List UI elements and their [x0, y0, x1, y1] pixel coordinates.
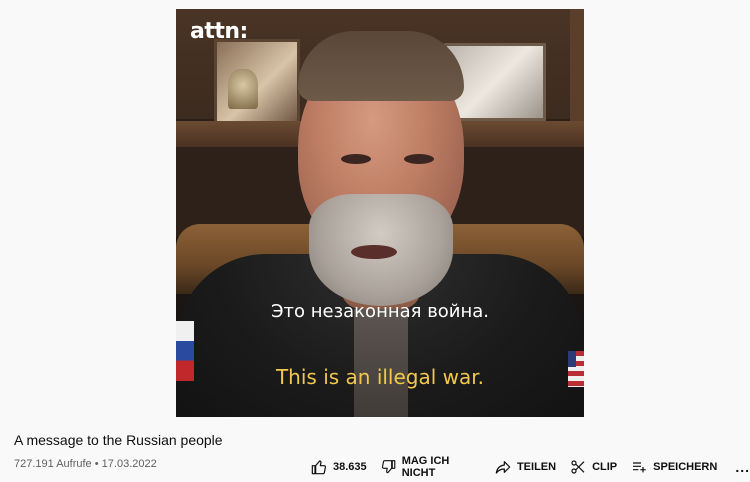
- dislike-button[interactable]: MAG ICH NICHT: [381, 455, 481, 479]
- scissors-icon: [571, 460, 585, 474]
- video-player[interactable]: attn: Это незаконная война. This is an i…: [176, 9, 584, 417]
- action-bar: 38.635 MAG ICH NICHT TEILEN CLIP SPEICHE…: [311, 455, 750, 479]
- share-button[interactable]: TEILEN: [495, 459, 556, 475]
- like-button[interactable]: 38.635: [311, 459, 367, 475]
- video-title: A message to the Russian people: [14, 432, 223, 448]
- channel-logo: attn:: [190, 19, 248, 44]
- playlist-add-icon: [633, 462, 646, 473]
- save-label: SPEICHERN: [653, 461, 718, 473]
- like-count: 38.635: [333, 461, 367, 473]
- thumbs-down-icon: [381, 460, 395, 474]
- video-meta: 727.191 Aufrufe • 17.03.2022: [14, 458, 157, 470]
- speaker-shirt: [354, 309, 408, 417]
- clip-label: CLIP: [592, 461, 618, 473]
- speaker-hair: [298, 31, 464, 101]
- dislike-label: MAG ICH NICHT: [401, 455, 450, 479]
- share-icon: [495, 461, 511, 474]
- view-count: 727.191 Aufrufe: [14, 458, 92, 470]
- speaker-eye: [341, 154, 371, 164]
- upload-date: 17.03.2022: [101, 458, 157, 470]
- more-actions-button[interactable]: ...: [735, 459, 750, 475]
- speaker-eye: [404, 154, 434, 164]
- subtitle-russian: Это незаконная война.: [270, 301, 490, 322]
- share-label: TEILEN: [516, 461, 557, 473]
- save-button[interactable]: SPEICHERN: [631, 459, 717, 475]
- thumbs-up-icon: [311, 460, 327, 475]
- subtitle-english: This is an illegal war.: [275, 365, 485, 389]
- trophy: [228, 69, 258, 109]
- speaker-mouth: [351, 245, 397, 259]
- meta-separator: •: [94, 458, 99, 470]
- clip-button[interactable]: CLIP: [570, 459, 617, 475]
